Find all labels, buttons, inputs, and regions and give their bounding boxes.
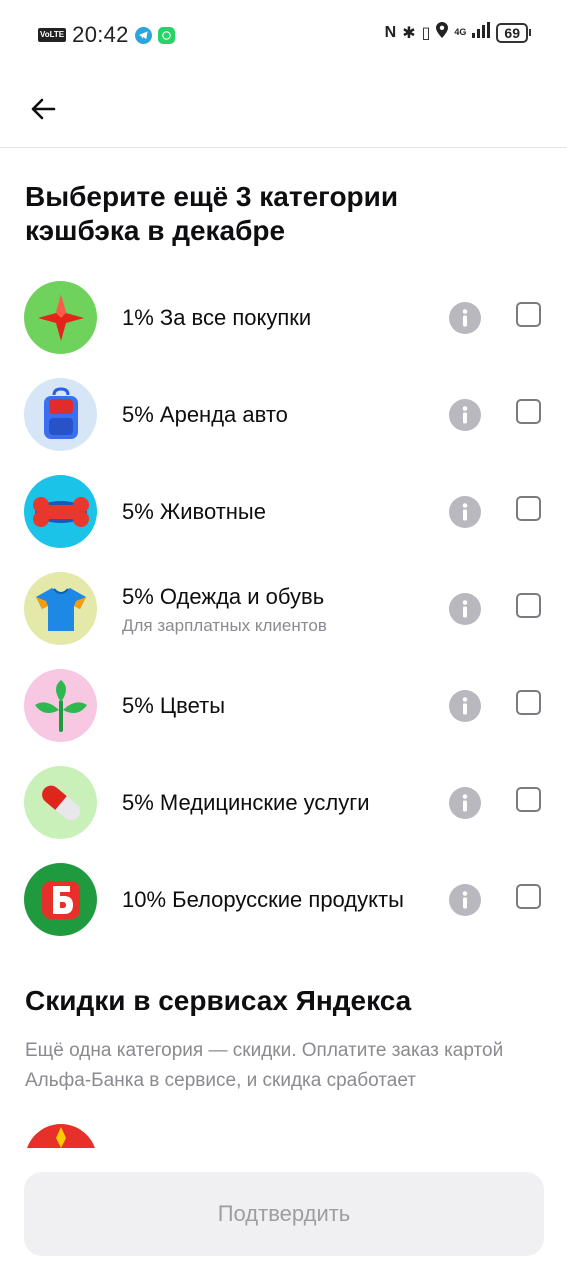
tshirt-icon [35,587,86,631]
category-avatar [24,378,97,451]
info-icon [462,891,468,909]
info-button[interactable] [449,399,481,431]
sprout-icon [34,679,87,732]
category-text: 5% Животные [122,464,422,560]
category-label: 5% Медицинские услуги [122,790,370,815]
bone-icon [32,496,89,527]
category-avatar [24,572,97,645]
category-checkbox[interactable] [516,399,541,424]
info-icon [462,406,468,424]
confirm-button[interactable]: Подтвердить [24,1172,544,1256]
battery-icon: 69 [496,22,528,43]
category-checkbox[interactable] [516,884,541,909]
network-type: 4G [454,27,467,37]
category-checkbox[interactable] [516,496,541,521]
yandex-section-description: Ещё одна категория — скидки. Оплатите за… [25,1040,504,1091]
category-avatar [24,475,97,548]
info-icon [462,794,468,812]
category-label: 5% Животные [122,499,266,524]
battery-tip [529,29,531,36]
arrow-left-icon [31,98,56,120]
status-bar: VoLTE 20:42 N ✱ ▯ 4G 69 [0,0,567,70]
telegram-icon [134,26,152,44]
category-sublabel: Для зарплатных клиентов [122,616,327,635]
app-bar [0,70,567,148]
back-button[interactable] [24,90,62,128]
category-label: 1% За все покупки [122,305,312,330]
info-icon [462,309,468,327]
nfc-icon: N [384,23,397,41]
info-icon [462,697,468,715]
category-label: 10% Белорусские продукты [122,887,404,912]
category-checkbox[interactable] [516,690,541,715]
info-button[interactable] [449,496,481,528]
category-text: 10% Белорусские продукты [122,852,422,948]
category-row-belarus-products[interactable]: 10% Белорусские продукты [0,852,567,948]
category-text: 5% Цветы [122,658,422,754]
category-avatar [24,766,97,839]
category-avatar [24,863,97,936]
category-row-clothing[interactable]: 5% Одежда и обувь Для зарплатных клиенто… [0,561,567,657]
info-icon [462,503,468,521]
category-avatar [24,281,97,354]
info-button[interactable] [449,884,481,916]
category-row-all-purchases[interactable]: 1% За все покупки [0,270,567,366]
volte-badge: VoLTE [38,28,67,42]
pill-icon [41,785,80,820]
status-time: 20:42 [72,22,129,47]
category-avatar [24,669,97,742]
info-icon [462,600,468,618]
red-star-icon [37,294,84,341]
info-button[interactable] [449,787,481,819]
category-text: 1% За все покупки [122,270,422,366]
category-row-car-rental[interactable]: 5% Аренда авто [0,367,567,463]
signal-icon [472,22,491,43]
info-button[interactable] [449,593,481,625]
page-title: Выберите ещё 3 категории кэшбэка в декаб… [25,181,399,246]
category-row-flowers[interactable]: 5% Цветы [0,658,567,754]
category-text: 5% Медицинские услуги [122,755,422,851]
category-checkbox[interactable] [516,787,541,812]
category-label: 5% Одежда и обувь [122,584,325,609]
bluetooth-icon: ✱ [402,24,416,42]
yandex-section-title: Скидки в сервисах Яндекса [25,985,412,1016]
category-text: 5% Одежда и обувь Для зарплатных клиенто… [122,561,422,657]
status-left: VoLTE 20:42 [38,22,175,48]
location-icon [436,22,449,43]
category-row-medical[interactable]: 5% Медицинские услуги [0,755,567,851]
category-text: 5% Аренда авто [122,367,422,463]
info-button[interactable] [449,302,481,334]
info-button[interactable] [449,690,481,722]
whatsapp-icon [157,26,175,44]
category-row-animals[interactable]: 5% Животные [0,464,567,560]
blue-luggage-icon [43,386,78,439]
category-label: 5% Цветы [122,693,226,718]
category-checkbox[interactable] [516,593,541,618]
category-checkbox[interactable] [516,302,541,327]
category-label: 5% Аренда авто [122,402,288,427]
yandex-service-logo-icon [25,1124,97,1148]
belarus-b-logo-icon [41,880,80,919]
status-right: N ✱ ▯ 4G 69 [385,22,531,43]
vibrate-icon: ▯ [421,24,431,42]
